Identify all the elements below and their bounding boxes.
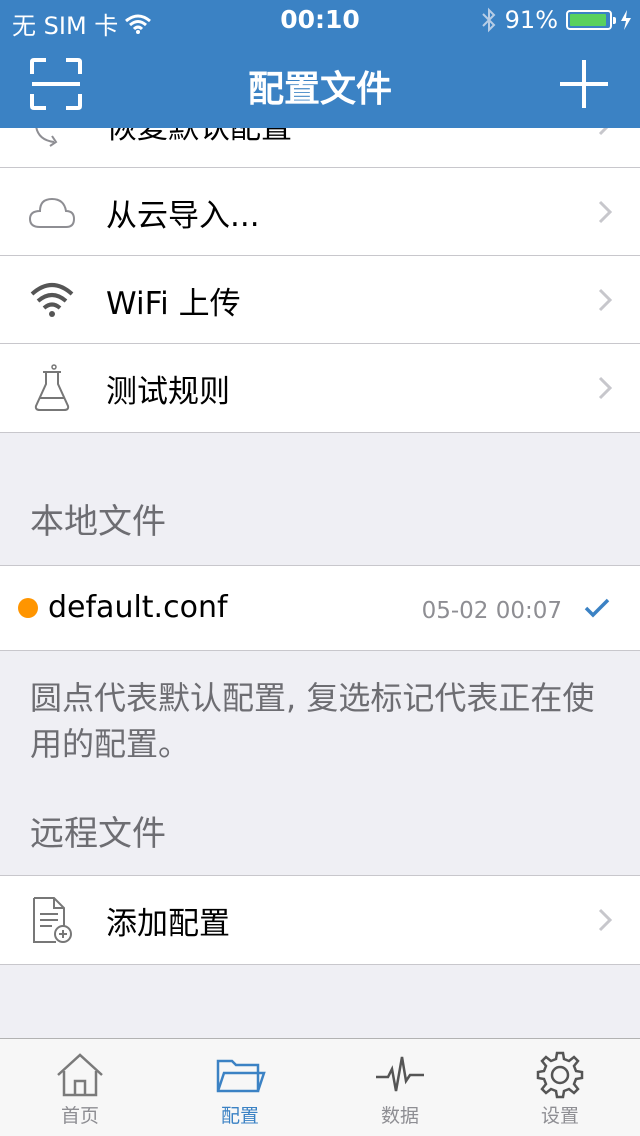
tab-label: 首页 [60, 1105, 99, 1127]
cloud-icon [28, 188, 76, 236]
battery-percent: 91% [504, 6, 558, 34]
menu-item-label: WiFi 上传 [106, 285, 241, 322]
tab-bar: 首页 配置 数据 设置 [0, 1038, 640, 1136]
default-dot-indicator [18, 598, 38, 618]
home-icon [57, 1053, 103, 1097]
chevron-right-icon [598, 376, 612, 400]
tab-label: 配置 [220, 1105, 259, 1127]
charging-icon [621, 10, 631, 30]
battery-icon [566, 10, 616, 30]
tab-settings[interactable]: 设置 [480, 1039, 640, 1136]
tab-config[interactable]: 配置 [160, 1039, 320, 1136]
legend-note: 圆点代表默认配置, 复选标记代表正在使用的配置。 [30, 679, 595, 763]
gear-icon [536, 1051, 584, 1099]
checkmark-icon [584, 598, 610, 618]
section-header-local: 本地文件 [0, 433, 640, 565]
tab-home[interactable]: 首页 [0, 1039, 160, 1136]
content: 恢复默认配置 从云导入... WiFi 上传 测试规则 [0, 80, 640, 965]
section-title-remote: 远程文件 [30, 814, 166, 854]
add-icon[interactable] [558, 58, 610, 110]
menu-item-label: 从云导入... [106, 197, 260, 234]
section-title-local: 本地文件 [30, 502, 166, 542]
folder-icon [216, 1059, 266, 1093]
pulse-icon [376, 1056, 424, 1092]
file-date: 05-02 00:07 [421, 598, 562, 624]
menu-item-import-cloud[interactable]: 从云导入... [0, 168, 640, 256]
chevron-right-icon [598, 908, 612, 932]
add-document-icon [28, 896, 76, 944]
tab-label: 数据 [380, 1105, 419, 1127]
menu-item-test-rules[interactable]: 测试规则 [0, 344, 640, 432]
menu-group: 恢复默认配置 从云导入... WiFi 上传 测试规则 [0, 80, 640, 433]
wifi-icon [28, 276, 76, 324]
local-file-row[interactable]: default.conf 05-02 00:07 [0, 565, 640, 651]
status-bar: 无 SIM 卡 00:10 91% [0, 0, 640, 40]
menu-item-label: 测试规则 [106, 373, 230, 410]
page-title: 配置文件 [247, 69, 392, 110]
remote-group: 添加配置 [0, 875, 640, 965]
section-header-remote: 远程文件 [0, 789, 640, 875]
add-config-row[interactable]: 添加配置 [0, 876, 640, 964]
bluetooth-icon [481, 7, 496, 33]
add-config-label: 添加配置 [106, 905, 230, 942]
tab-label: 设置 [540, 1105, 579, 1127]
flask-icon [28, 364, 76, 412]
chevron-right-icon [598, 200, 612, 224]
file-name: default.conf [48, 590, 228, 625]
tab-data[interactable]: 数据 [320, 1039, 480, 1136]
status-right: 91% [481, 6, 632, 34]
chevron-right-icon [598, 288, 612, 312]
header: 无 SIM 卡 00:10 91% 配置文件 [0, 0, 640, 128]
menu-item-wifi-upload[interactable]: WiFi 上传 [0, 256, 640, 344]
